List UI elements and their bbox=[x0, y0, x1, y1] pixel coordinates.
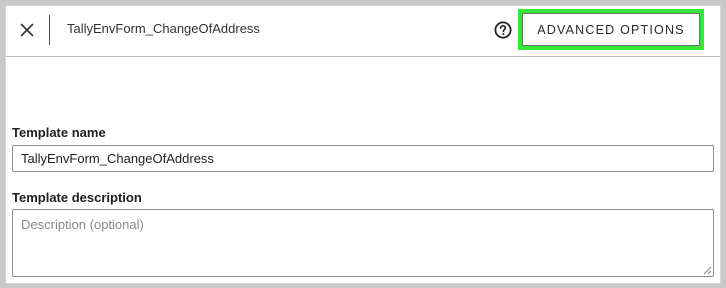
resize-grip-icon[interactable] bbox=[702, 265, 712, 275]
dialog-title: TallyEnvForm_ChangeOfAddress bbox=[67, 21, 260, 36]
close-button[interactable] bbox=[16, 19, 38, 41]
template-description-label: Template description bbox=[12, 190, 142, 205]
template-name-label: Template name bbox=[12, 125, 106, 140]
dialog-header: TallyEnvForm_ChangeOfAddress ADVANCED OP… bbox=[6, 6, 720, 57]
template-description-textarea[interactable] bbox=[12, 209, 714, 277]
template-name-input[interactable] bbox=[12, 145, 714, 172]
advanced-options-button[interactable]: ADVANCED OPTIONS bbox=[522, 13, 700, 46]
help-circle-icon bbox=[494, 21, 512, 39]
header-divider bbox=[49, 15, 50, 45]
help-button[interactable] bbox=[493, 20, 513, 40]
advanced-options-highlight: ADVANCED OPTIONS bbox=[518, 9, 704, 50]
close-icon bbox=[20, 23, 34, 37]
template-dialog: TallyEnvForm_ChangeOfAddress ADVANCED OP… bbox=[5, 5, 721, 284]
